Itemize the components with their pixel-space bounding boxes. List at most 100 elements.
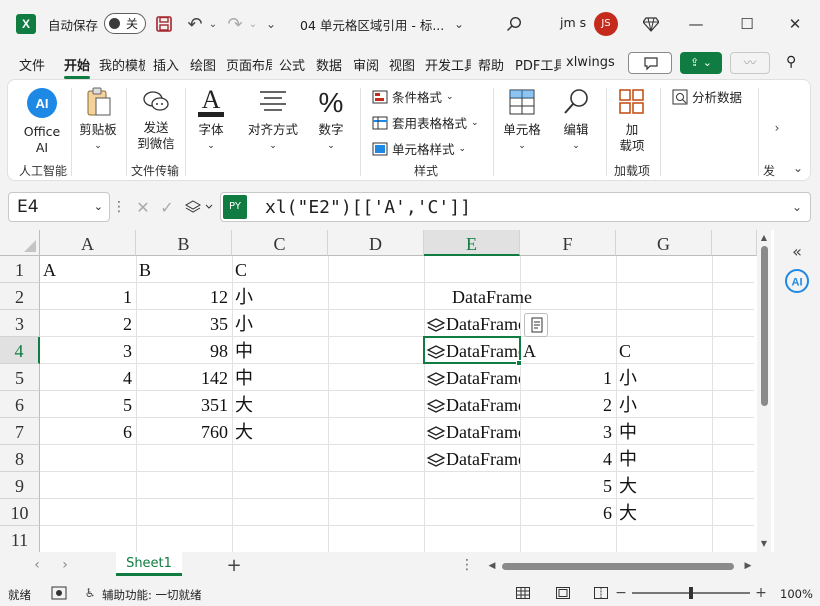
- tab-view[interactable]: 视图: [389, 55, 415, 74]
- name-box[interactable]: E4 ⌄: [8, 192, 110, 222]
- select-all-corner[interactable]: [0, 230, 40, 256]
- tab-insert[interactable]: 插入: [153, 55, 179, 74]
- more-options-icon[interactable]: ⋮: [112, 198, 126, 216]
- zoom-slider-thumb[interactable]: [689, 587, 693, 599]
- cell-f8[interactable]: 4: [520, 445, 616, 472]
- zoom-level[interactable]: 100%: [780, 587, 813, 601]
- column-header-b[interactable]: B: [136, 230, 232, 256]
- normal-view-icon[interactable]: [514, 585, 532, 601]
- accessibility-icon[interactable]: ♿: [82, 585, 98, 601]
- cell-a1[interactable]: A: [40, 256, 136, 283]
- cell-e8[interactable]: DataFrame: [424, 445, 520, 472]
- python-output-card-icon[interactable]: [524, 313, 548, 337]
- tab-home[interactable]: 开始: [64, 55, 91, 79]
- row-header-6[interactable]: 6: [0, 391, 40, 418]
- minimize-button[interactable]: —: [684, 12, 708, 36]
- cell-g9[interactable]: 大: [616, 472, 712, 499]
- cell-f5[interactable]: 1: [520, 364, 616, 391]
- cell-g8[interactable]: 中: [616, 445, 712, 472]
- clipboard-button[interactable]: 剪贴板 ⌄: [78, 86, 118, 154]
- row-header-11[interactable]: 11: [0, 526, 40, 553]
- maximize-button[interactable]: ☐: [735, 12, 759, 36]
- addins-button[interactable]: 加 载项: [614, 86, 650, 154]
- avatar[interactable]: JS: [594, 12, 618, 36]
- row-header-1[interactable]: 1: [0, 256, 40, 283]
- save-icon[interactable]: [154, 14, 174, 34]
- cell-c5[interactable]: 中: [232, 364, 328, 391]
- column-header-f[interactable]: F: [520, 230, 616, 256]
- cell-a4[interactable]: 3: [40, 337, 136, 364]
- cell-b6[interactable]: 351: [136, 391, 232, 418]
- cell-g4[interactable]: C: [616, 337, 712, 364]
- cell-b5[interactable]: 142: [136, 364, 232, 391]
- catch-up-button[interactable]: 〰: [730, 52, 770, 74]
- cell-b7[interactable]: 760: [136, 418, 232, 445]
- cell-a2[interactable]: 1: [40, 283, 136, 310]
- cell-f4[interactable]: A: [520, 337, 616, 364]
- enter-icon[interactable]: ✓: [156, 194, 178, 220]
- diamond-icon[interactable]: [640, 13, 662, 35]
- data-type-icon[interactable]: [182, 194, 216, 220]
- title-dropdown-icon[interactable]: ⌄: [450, 13, 468, 35]
- cell-a3[interactable]: 2: [40, 310, 136, 337]
- tab-file[interactable]: 文件: [19, 55, 45, 74]
- row-header-3[interactable]: 3: [0, 310, 40, 337]
- font-button[interactable]: A 字体 ⌄: [194, 85, 228, 154]
- cell-g6[interactable]: 小: [616, 391, 712, 418]
- tab-help[interactable]: 帮助: [478, 55, 504, 74]
- cell-a7[interactable]: 6: [40, 418, 136, 445]
- next-sheet-icon[interactable]: ›: [58, 556, 72, 574]
- undo-dropdown-icon[interactable]: ⌄: [206, 13, 220, 35]
- tab-review[interactable]: 审阅: [353, 55, 379, 74]
- zoom-in-icon[interactable]: +: [754, 585, 768, 601]
- copilot-icon[interactable]: ⚲: [786, 54, 806, 74]
- cell-g7[interactable]: 中: [616, 418, 712, 445]
- cell-e6[interactable]: DataFrame: [424, 391, 520, 418]
- redo-icon[interactable]: ↷: [224, 13, 246, 35]
- ai-assistant-icon[interactable]: AI: [784, 268, 810, 294]
- add-sheet-icon[interactable]: +: [224, 555, 244, 576]
- cell-f6[interactable]: 2: [520, 391, 616, 418]
- row-header-2[interactable]: 2: [0, 283, 40, 310]
- autosave-toggle[interactable]: 关: [104, 13, 146, 34]
- cancel-icon[interactable]: ✕: [132, 194, 154, 220]
- table-format-button[interactable]: 套用表格格式 ⌄: [372, 113, 479, 132]
- tab-formulas[interactable]: 公式: [279, 55, 305, 74]
- cell-a6[interactable]: 5: [40, 391, 136, 418]
- send-to-wechat-button[interactable]: 发送 到微信: [134, 86, 178, 152]
- column-header-g[interactable]: G: [616, 230, 712, 256]
- tab-pdf[interactable]: PDF工具: [515, 55, 561, 74]
- tab-data[interactable]: 数据: [316, 55, 342, 74]
- collapse-pane-icon[interactable]: «: [786, 240, 808, 262]
- undo-icon[interactable]: ↶: [184, 13, 206, 35]
- column-header-a[interactable]: A: [40, 230, 136, 256]
- cell-b2[interactable]: 12: [136, 283, 232, 310]
- row-header-4[interactable]: 4: [0, 337, 40, 364]
- cell-c1[interactable]: C: [232, 256, 328, 283]
- ribbon-scroll-right-icon[interactable]: ›: [770, 118, 784, 138]
- scroll-right-icon[interactable]: ▶: [742, 558, 754, 574]
- tab-page-layout[interactable]: 页面布局: [226, 55, 272, 74]
- cell-e4[interactable]: DataFrame: [424, 337, 520, 364]
- row-header-8[interactable]: 8: [0, 445, 40, 472]
- horizontal-scroll-thumb[interactable]: [502, 563, 734, 570]
- cell-c7[interactable]: 大: [232, 418, 328, 445]
- page-layout-view-icon[interactable]: [554, 585, 572, 601]
- row-header-7[interactable]: 7: [0, 418, 40, 445]
- conditional-format-button[interactable]: 条件格式 ⌄: [372, 87, 454, 106]
- macro-record-icon[interactable]: [50, 585, 68, 601]
- cell-b1[interactable]: B: [136, 256, 232, 283]
- cell-c6[interactable]: 大: [232, 391, 328, 418]
- cell-c3[interactable]: 小: [232, 310, 328, 337]
- editing-button[interactable]: 编辑 ⌄: [556, 86, 596, 154]
- formula-input[interactable]: PY xl("E2")[['A','C']] ⌄: [220, 192, 811, 222]
- cell-c2[interactable]: 小: [232, 283, 328, 310]
- alignment-button[interactable]: 对齐方式 ⌄: [246, 86, 300, 154]
- search-icon[interactable]: [503, 13, 525, 35]
- tab-templates[interactable]: 我的模板: [99, 55, 145, 74]
- cell-f9[interactable]: 5: [520, 472, 616, 499]
- sheet-tab-sheet1[interactable]: Sheet1: [116, 552, 182, 576]
- cell-g5[interactable]: 小: [616, 364, 712, 391]
- vertical-scroll-thumb[interactable]: [761, 246, 768, 406]
- comments-button[interactable]: [628, 52, 672, 74]
